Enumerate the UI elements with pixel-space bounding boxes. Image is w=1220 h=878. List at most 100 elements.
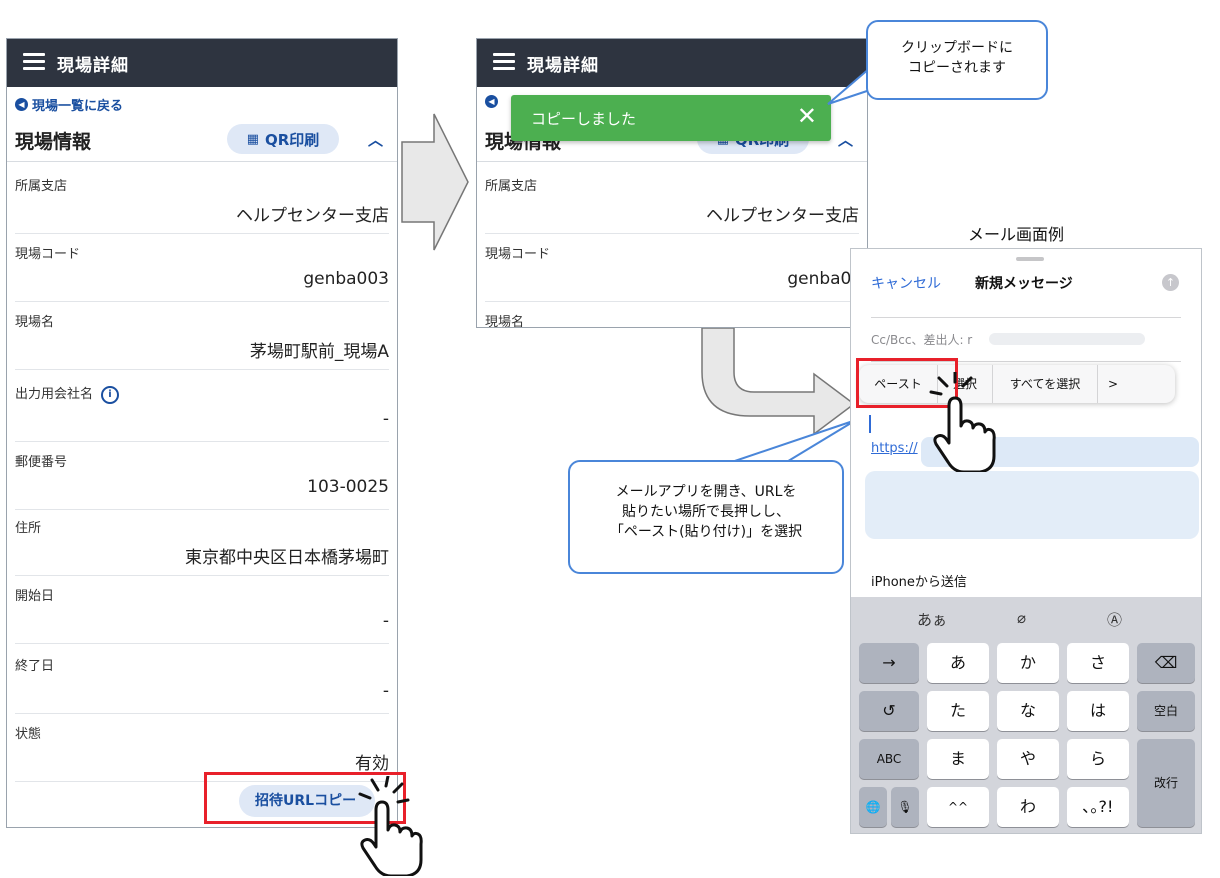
callout-line: コピーされます (908, 60, 1006, 76)
collapse-chevron-icon[interactable]: ︿ (368, 129, 383, 150)
keyboard-key[interactable]: か (997, 643, 1059, 683)
kana-mode-key[interactable]: あぁ (917, 609, 947, 630)
field-row: 現場コード genba003 (485, 235, 867, 302)
app-bar-title: 現場詳細 (527, 56, 599, 76)
abc-key[interactable]: ABC (859, 739, 919, 779)
clipboard-callout: クリップボードに コピーされます (866, 20, 1048, 100)
mail-compose-screen: キャンセル 新規メッセージ ↑ Cc/Bcc、差出人: r ペースト 選択 すべ… (850, 248, 1202, 834)
pasted-url[interactable]: https:// (871, 441, 918, 456)
field-label: 終了日 (15, 659, 55, 674)
globe-icon[interactable]: 🌐 (859, 787, 887, 827)
field-value: 有効 (355, 754, 389, 774)
site-detail-screen-copied: 現場詳細 ◀ 現場情報 ▦ QR印刷 ︿ 所属支店 ヘルプセンター支店 現場コー… (476, 38, 868, 328)
tap-hand-icon (929, 372, 996, 472)
back-to-list-link[interactable]: ◀ (485, 95, 502, 108)
copied-toast: コピーしました ✕ (511, 95, 831, 141)
collapse-chevron-icon[interactable]: ︿ (838, 129, 853, 150)
site-detail-screen: 現場詳細 ◀ 現場一覧に戻る 現場情報 ▦ QR印刷 ︿ 所属支店 ヘルプセンタ… (6, 38, 398, 828)
callout-line: 貼りたい場所で長押しし、 (622, 504, 790, 520)
qr-code-icon: ▦ (246, 131, 259, 147)
paste-instruction-callout: メールアプリを開き、URLを 貼りたい場所で長押しし、 「ペースト(貼り付け)」… (568, 460, 844, 574)
field-value: ヘルプセンター支店 (706, 206, 859, 226)
blurred-body (865, 471, 1199, 539)
field-label: 現場コード (15, 247, 81, 262)
keyboard-key[interactable]: さ (1067, 643, 1129, 683)
backspace-key[interactable]: ⌫ (1137, 643, 1195, 683)
app-bar-title: 現場詳細 (57, 56, 129, 76)
qr-print-label: QR印刷 (264, 130, 320, 149)
field-row: 現場名 (485, 303, 859, 328)
send-arrow-icon[interactable]: ↑ (1162, 274, 1179, 291)
keyboard-key[interactable]: た (927, 691, 989, 731)
field-row: 現場名 茅場町駅前_現場A (15, 303, 389, 370)
keyboard-key[interactable]: ､｡?! (1067, 787, 1129, 827)
text-cursor (869, 415, 871, 433)
back-arrow-icon: ◀ (485, 95, 498, 108)
mail-example-label: メール画面例 (968, 225, 1065, 244)
keyboard-key[interactable]: あ (927, 643, 989, 683)
space-key[interactable]: 空白 (1137, 691, 1195, 731)
field-label: 所属支店 (485, 179, 538, 194)
more-menu-chevron-icon[interactable]: > (1098, 365, 1128, 403)
field-value: 東京都中央区日本橋茅場町 (185, 548, 389, 568)
close-icon[interactable]: ✕ (797, 102, 817, 130)
keyboard-key[interactable]: ^^ (927, 787, 989, 827)
callout-line: 「ペースト(貼り付け)」を選択 (609, 524, 803, 540)
mail-title: 新規メッセージ (975, 276, 1073, 292)
back-arrow-icon: ◀ (15, 98, 28, 111)
field-label: 現場名 (15, 315, 55, 330)
section-header: 現場情報 ▦ QR印刷 ︿ (7, 119, 397, 162)
sheet-grabber[interactable] (1016, 257, 1044, 261)
return-key[interactable]: 改行 (1137, 739, 1195, 827)
mail-header: キャンセル 新規メッセージ ↑ (851, 265, 1201, 303)
app-bar: 現場詳細 (477, 39, 867, 87)
cancel-button[interactable]: キャンセル (871, 273, 941, 293)
field-row: 終了日 - (15, 647, 389, 714)
field-value: - (382, 611, 389, 631)
attachment-icon[interactable]: ⌀ (1017, 609, 1026, 627)
keyboard: あぁ ⌀ Ⓐ → あ か さ ⌫ ↺ た な は 空白 ABC ま や ら 改行… (851, 597, 1201, 833)
undo-key[interactable]: ↺ (859, 691, 919, 731)
markup-icon[interactable]: Ⓐ (1107, 609, 1122, 630)
select-all-menu-item[interactable]: すべてを選択 (993, 365, 1098, 403)
back-link-label: 現場一覧に戻る (32, 99, 124, 114)
hamburger-menu-icon[interactable] (23, 53, 45, 71)
field-label: 所属支店 (15, 179, 68, 194)
info-icon[interactable]: i (101, 385, 120, 404)
mail-signature: iPhoneから送信 (871, 575, 967, 590)
cc-bcc-field[interactable]: Cc/Bcc、差出人: r (871, 331, 972, 348)
keyboard-toolbar: あぁ ⌀ Ⓐ (851, 597, 1201, 639)
field-row: 出力用会社名 i - (15, 375, 389, 442)
field-label: 現場コード (485, 247, 551, 262)
step-arrow-icon (401, 113, 469, 251)
field-label: 状態 (15, 727, 42, 742)
arrow-key[interactable]: → (859, 643, 919, 683)
keyboard-key[interactable]: は (1067, 691, 1129, 731)
field-row: 所属支店 ヘルプセンター支店 (485, 167, 859, 234)
field-value: ヘルプセンター支店 (236, 206, 389, 226)
field-row: 郵便番号 103-0025 (15, 443, 389, 510)
section-title: 現場情報 (15, 131, 92, 153)
back-to-list-link[interactable]: ◀ 現場一覧に戻る (15, 95, 123, 114)
field-label: 住所 (15, 521, 42, 536)
keyboard-key[interactable]: な (997, 691, 1059, 731)
field-label: 郵便番号 (15, 455, 68, 470)
field-label: 現場名 (485, 315, 525, 328)
field-row: 開始日 - (15, 577, 389, 644)
field-value: genba003 (303, 269, 389, 289)
keyboard-key[interactable]: や (997, 739, 1059, 779)
keyboard-key[interactable]: ま (927, 739, 989, 779)
callout-line: クリップボードに (901, 40, 1013, 56)
hamburger-menu-icon[interactable] (493, 53, 515, 71)
field-row: 住所 東京都中央区日本橋茅場町 (15, 509, 389, 576)
callout-line: メールアプリを開き、URLを (615, 484, 797, 500)
microphone-icon[interactable]: 🎙 (891, 787, 919, 827)
field-label: 出力用会社名 i (15, 383, 120, 404)
field-value: 茅場町駅前_現場A (249, 342, 389, 362)
field-label-text: 出力用会社名 (15, 387, 94, 402)
tap-hand-icon (358, 776, 423, 876)
field-row: 所属支店 ヘルプセンター支店 (15, 167, 389, 234)
qr-print-button[interactable]: ▦ QR印刷 (227, 124, 339, 154)
keyboard-key[interactable]: わ (997, 787, 1059, 827)
keyboard-key[interactable]: ら (1067, 739, 1129, 779)
